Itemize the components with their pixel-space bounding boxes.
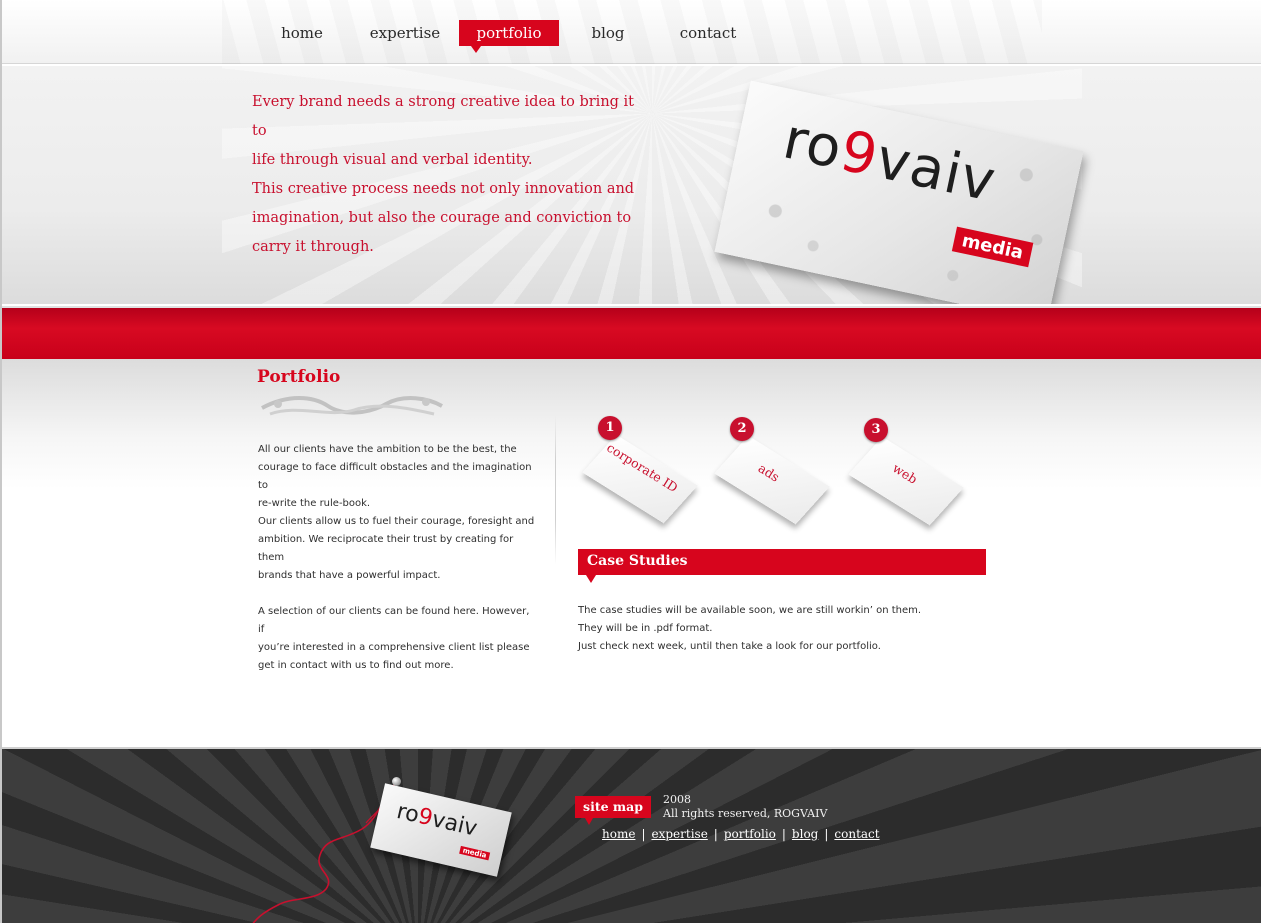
case-studies-text: The case studies will be available soon,… bbox=[578, 602, 998, 656]
sitemap-badge: site map bbox=[575, 796, 651, 825]
hero-tagline: Every brand needs a strong creative idea… bbox=[252, 88, 647, 262]
intro-line: brands that have a powerful impact. bbox=[258, 570, 441, 581]
main-nav: home expertise portfolio blog contact bbox=[2, 20, 1261, 53]
portfolio-tag-web[interactable]: 3 web bbox=[848, 418, 968, 528]
intro-line: courage to face difficult obstacles and … bbox=[258, 462, 532, 491]
column-divider bbox=[555, 415, 556, 565]
footer-logo-sub: media bbox=[458, 845, 491, 861]
hero-banner: Every brand needs a strong creative idea… bbox=[2, 66, 1261, 304]
link-separator: | bbox=[713, 827, 718, 841]
tag-card bbox=[582, 434, 698, 524]
tag-number: 3 bbox=[864, 418, 888, 442]
link-separator: | bbox=[641, 827, 646, 841]
footer-link-contact[interactable]: contact bbox=[834, 827, 879, 841]
case-line: The case studies will be available soon,… bbox=[578, 605, 922, 616]
intro-line: get in contact with us to find out more. bbox=[258, 660, 454, 671]
top-navigation-bar: home expertise portfolio blog contact bbox=[2, 0, 1261, 64]
nav-item-portfolio[interactable]: portfolio bbox=[459, 20, 559, 53]
copyright-block: 2008 All rights reserved, ROGVAIV bbox=[663, 793, 827, 821]
tag-number: 1 bbox=[598, 416, 622, 440]
hero-line: imagination, but also the courage and co… bbox=[252, 210, 632, 226]
ornament-swirl-icon bbox=[261, 396, 443, 416]
footer-link-expertise[interactable]: expertise bbox=[651, 827, 707, 841]
intro-line: re-write the rule-book. bbox=[258, 498, 371, 509]
red-divider-band bbox=[2, 306, 1261, 359]
nav-item-expertise[interactable]: expertise bbox=[360, 20, 450, 46]
intro-line: you’re interested in a comprehensive cli… bbox=[258, 642, 530, 653]
pin-icon bbox=[392, 777, 401, 786]
footer-link-home[interactable]: home bbox=[602, 827, 635, 841]
portfolio-intro-text: All our clients have the ambition to be … bbox=[258, 441, 538, 675]
logo-text-part: vaiv bbox=[429, 807, 480, 842]
portfolio-tag-corporate-id[interactable]: 1 corporate ID bbox=[582, 416, 702, 526]
intro-line: A selection of our clients can be found … bbox=[258, 606, 530, 635]
nav-item-blog[interactable]: blog bbox=[572, 20, 644, 46]
hero-line: Every brand needs a strong creative idea… bbox=[252, 94, 635, 139]
case-studies-heading: Case Studies bbox=[578, 549, 986, 583]
tag-number: 2 bbox=[730, 417, 754, 441]
hero-line: carry it through. bbox=[252, 239, 374, 255]
intro-line: Our clients allow us to fuel their coura… bbox=[258, 516, 535, 527]
nav-item-home[interactable]: home bbox=[264, 20, 340, 46]
footer-link-blog[interactable]: blog bbox=[792, 827, 818, 841]
hanging-string-icon bbox=[252, 784, 395, 923]
link-separator: | bbox=[824, 827, 829, 841]
footer-logo-wordmark: ro9vaiv bbox=[394, 799, 479, 842]
portfolio-tag-ads[interactable]: 2 ads bbox=[714, 417, 834, 527]
copyright-year: 2008 bbox=[663, 793, 691, 806]
link-separator: | bbox=[781, 827, 786, 841]
intro-line: All our clients have the ambition to be … bbox=[258, 444, 517, 455]
case-line: They will be in .pdf format. bbox=[578, 623, 713, 634]
intro-line: ambition. We reciprocate their trust by … bbox=[258, 534, 514, 563]
hero-line: life through visual and verbal identity. bbox=[252, 152, 533, 168]
footer-sitemap-links: home | expertise | portfolio | blog | contact bbox=[602, 827, 880, 841]
portfolio-heading: Portfolio bbox=[257, 367, 341, 387]
nav-item-contact[interactable]: contact bbox=[666, 20, 750, 46]
copyright-text: All rights reserved, ROGVAIV bbox=[663, 807, 828, 820]
footer-link-portfolio[interactable]: portfolio bbox=[724, 827, 776, 841]
hero-line: This creative process needs not only inn… bbox=[252, 181, 635, 197]
case-line: Just check next week, until then take a … bbox=[578, 641, 881, 652]
